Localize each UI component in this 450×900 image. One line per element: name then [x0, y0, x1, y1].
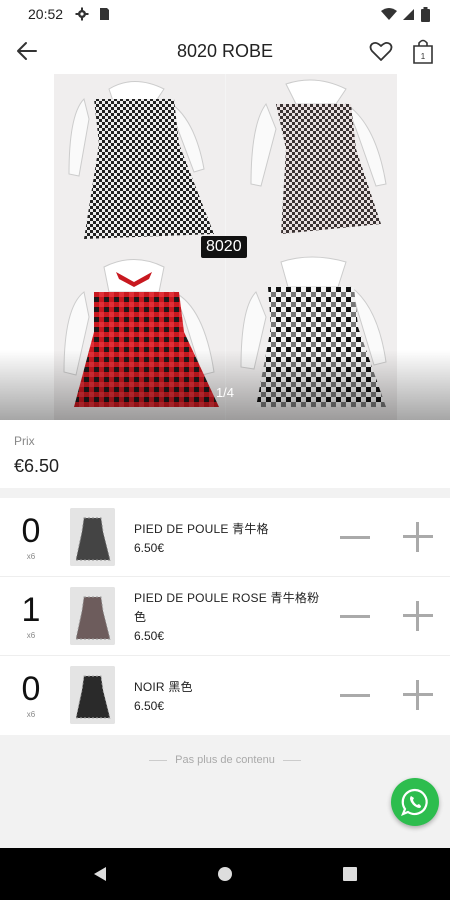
variant-thumbnail[interactable]: [70, 666, 115, 724]
quantity-unit: x6: [26, 710, 36, 719]
status-time: 20:52: [28, 6, 64, 22]
end-of-content-note: Pas plus de contenu: [0, 754, 450, 766]
price-label: Prix: [14, 434, 35, 448]
increase-quantity-button[interactable]: [403, 680, 433, 710]
svg-text:1: 1: [421, 52, 426, 61]
quantity-value: 0: [21, 670, 41, 708]
whatsapp-icon: [401, 788, 428, 816]
back-arrow-icon[interactable]: [14, 38, 40, 64]
nav-back-icon[interactable]: [92, 866, 108, 882]
variant-price: 6.50€: [134, 629, 165, 643]
wifi-icon: [381, 8, 397, 20]
price-value: €6.50: [14, 456, 60, 476]
dress-image-gray-houndstooth: [54, 74, 225, 247]
shopping-bag-icon[interactable]: 1: [410, 37, 436, 65]
divider-line: [149, 759, 168, 761]
nav-home-icon[interactable]: [217, 866, 233, 882]
system-navigation-bar: [0, 848, 450, 900]
variant-row: 0 x6 NOIR 黑色 6.50€: [0, 656, 450, 735]
nav-recents-icon[interactable]: [342, 866, 358, 882]
quantity-value: 1: [21, 591, 41, 629]
signal-icon: [403, 9, 414, 20]
dress-image-pink-houndstooth: [226, 74, 397, 247]
quantity-display: 0 x6: [12, 512, 50, 561]
whatsapp-button[interactable]: [391, 778, 439, 826]
divider-line: [282, 759, 301, 761]
price-section: Prix €6.50: [0, 420, 450, 488]
variant-thumbnail[interactable]: [70, 587, 115, 645]
variant-list: 0 x6 PIED DE POULE 青牛格 6.50€ 1 x6 PIED D…: [0, 498, 450, 735]
end-note-text: Pas plus de contenu: [175, 754, 275, 766]
settings-icon: [75, 7, 89, 21]
sd-card-icon: [100, 8, 110, 20]
status-bar: 20:52: [0, 0, 450, 28]
product-code-label: 8020: [201, 236, 247, 258]
battery-icon: [421, 6, 430, 22]
increase-quantity-button[interactable]: [403, 522, 433, 552]
variant-name: PIED DE POULE ROSE 青牛格粉色: [134, 591, 320, 624]
product-image-carousel[interactable]: 8020 1/4: [0, 74, 450, 420]
decrease-quantity-button[interactable]: [340, 524, 370, 550]
quantity-display: 0 x6: [12, 670, 50, 719]
quantity-unit: x6: [26, 552, 36, 561]
quantity-value: 0: [21, 512, 41, 550]
variant-price: 6.50€: [134, 699, 165, 713]
decrease-quantity-button[interactable]: [340, 682, 370, 708]
variant-row: 1 x6 PIED DE POULE ROSE 青牛格粉色 6.50€: [0, 577, 450, 656]
variant-name: PIED DE POULE 青牛格: [134, 522, 269, 536]
heart-icon[interactable]: [368, 38, 394, 64]
increase-quantity-button[interactable]: [403, 601, 433, 631]
image-pager-indicator: 1/4: [215, 385, 235, 400]
variant-price: 6.50€: [134, 541, 165, 555]
quantity-display: 1 x6: [12, 591, 50, 640]
variant-name: NOIR 黑色: [134, 680, 193, 694]
quantity-unit: x6: [26, 631, 36, 640]
variant-thumbnail[interactable]: [70, 508, 115, 566]
decrease-quantity-button[interactable]: [340, 603, 370, 629]
app-header: 8020 ROBE 1: [0, 28, 450, 74]
variant-row: 0 x6 PIED DE POULE 青牛格 6.50€: [0, 498, 450, 577]
